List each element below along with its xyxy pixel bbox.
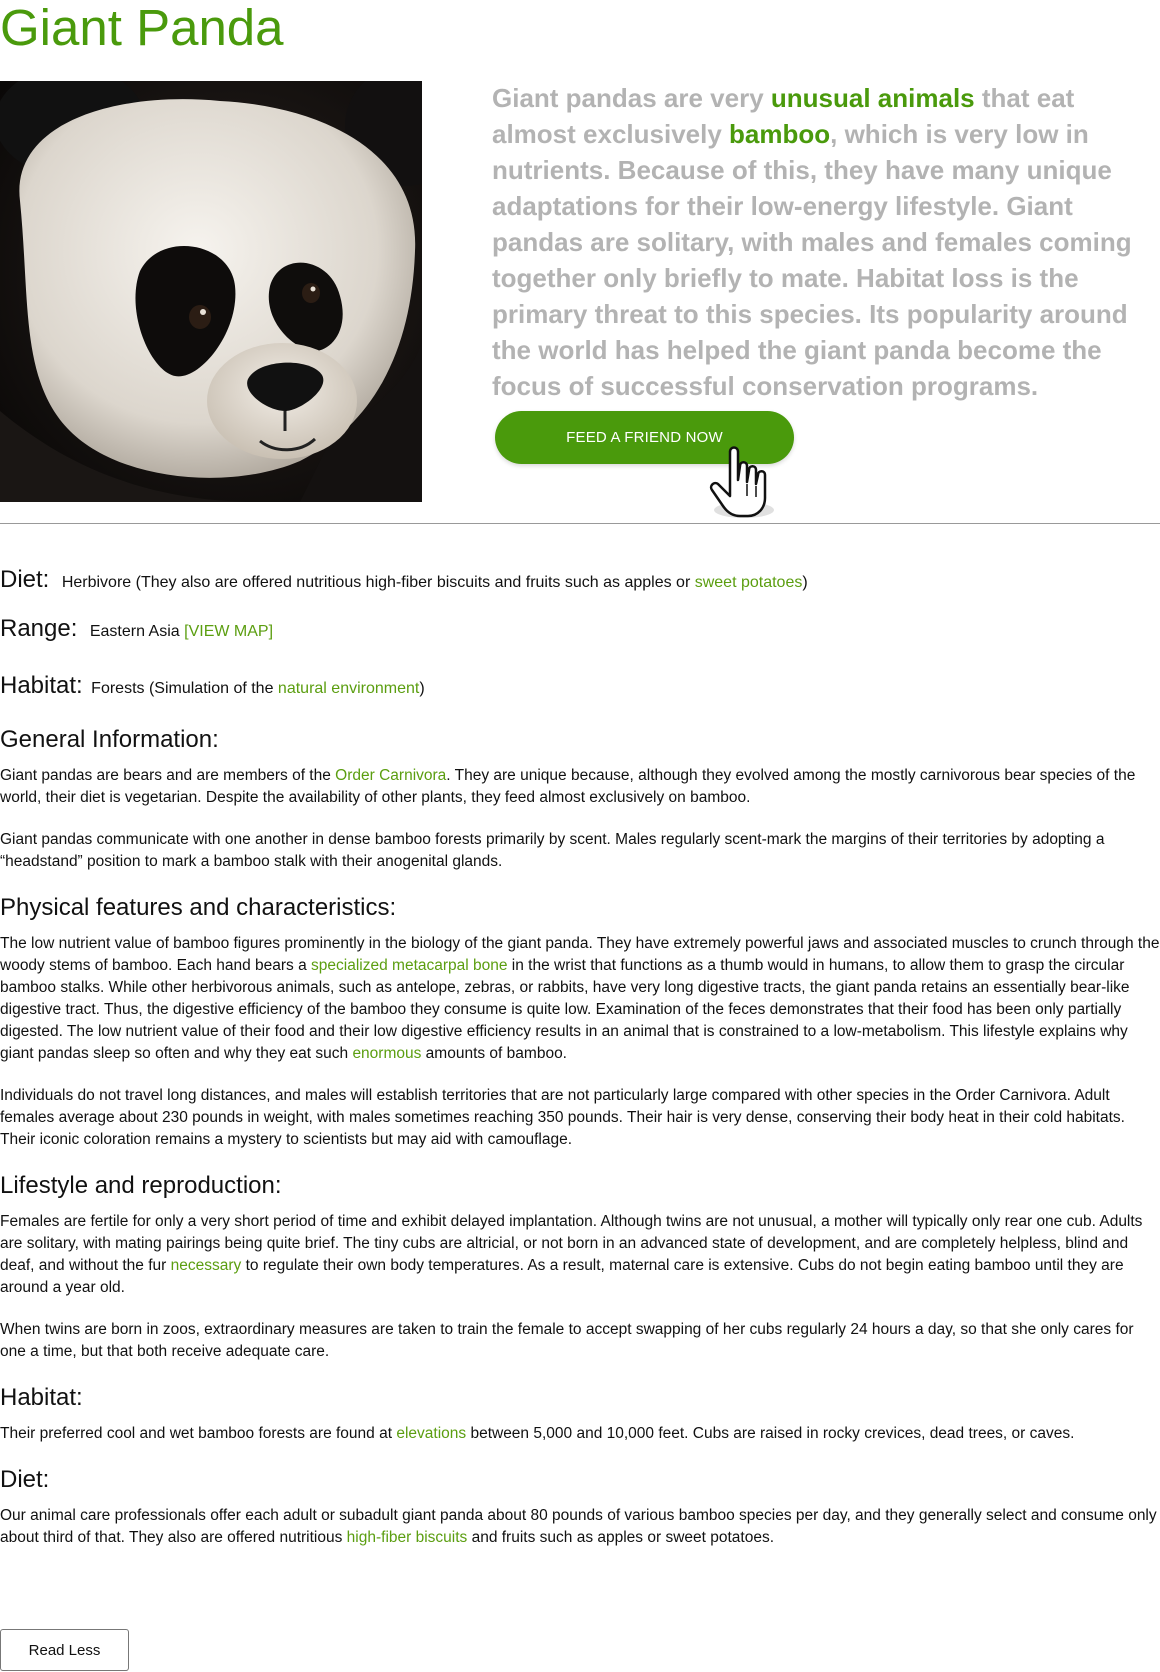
intro-paragraph: Giant pandas are very unusual animals th… xyxy=(492,83,1132,401)
article-link[interactable]: high-fiber biscuits xyxy=(347,1529,468,1546)
section-paragraph: Our animal care professionals offer each… xyxy=(0,1507,1157,1546)
section-paragraph: Giant pandas are bears and are members o… xyxy=(0,767,1136,806)
fact-range-value: Eastern Asia [VIEW MAP] xyxy=(89,623,274,640)
section-heading: General Information: xyxy=(0,726,219,753)
fact-diet-label: Diet: xyxy=(0,566,50,593)
section-divider xyxy=(0,523,1160,524)
page-title: Giant Panda xyxy=(0,0,284,56)
article-link[interactable]: elevations xyxy=(396,1425,466,1442)
fact-habitat-value-link[interactable]: natural environment xyxy=(278,680,419,697)
intro-paragraph-link[interactable]: bamboo xyxy=(729,119,830,149)
article-link[interactable]: Order Carnivora xyxy=(335,767,446,784)
section-heading: Physical features and characteristics: xyxy=(0,894,397,921)
read-less-button[interactable]: Read Less xyxy=(0,1629,129,1671)
section-heading: Lifestyle and reproduction: xyxy=(0,1172,282,1199)
article-link[interactable]: enormous xyxy=(352,1045,421,1062)
article-body: General Information: Giant pandas are bea… xyxy=(0,725,1160,1569)
intro-paragraph-link[interactable]: unusual animals xyxy=(771,83,975,113)
fact-habitat-value: Forests (Simulation of the natural envir… xyxy=(91,680,425,697)
article-section: Diet: Our animal care professionals offer… xyxy=(0,1465,1160,1549)
fact-diet: Diet: Herbivore (They also are offered n… xyxy=(0,566,808,594)
article-section: General Information: Giant pandas are bea… xyxy=(0,725,1160,873)
section-heading: Diet: xyxy=(0,1466,50,1493)
section-paragraph: When twins are born in zoos, extraordina… xyxy=(0,1321,1134,1360)
section-paragraph: Individuals do not travel long distances… xyxy=(0,1087,1125,1148)
section-heading: Habitat: xyxy=(0,1384,83,1411)
fact-habitat: Habitat: Forests (Simulation of the natu… xyxy=(0,672,425,700)
fact-habitat-label: Habitat: xyxy=(0,672,83,699)
section-paragraph: Females are fertile for only a very shor… xyxy=(0,1213,1143,1296)
section-paragraph: Their preferred cool and wet bamboo fore… xyxy=(0,1425,1075,1442)
panda-photo xyxy=(0,81,422,502)
section-paragraph: Giant pandas communicate with one anothe… xyxy=(0,831,1105,870)
fact-range: Range: Eastern Asia [VIEW MAP] xyxy=(0,615,273,643)
article-section: Physical features and characteristics: Th… xyxy=(0,893,1160,1151)
fact-diet-value-link[interactable]: sweet potatoes xyxy=(695,574,803,591)
fact-range-value-link[interactable]: [VIEW MAP] xyxy=(184,623,273,640)
article-link[interactable]: necessary xyxy=(171,1257,242,1274)
article-section: Habitat: Their preferred cool and wet bam… xyxy=(0,1383,1160,1445)
article-section: Lifestyle and reproduction: Females are f… xyxy=(0,1171,1160,1363)
fact-range-label: Range: xyxy=(0,615,78,642)
section-paragraph: The low nutrient value of bamboo figures… xyxy=(0,935,1160,1062)
fact-diet-value: Herbivore (They also are offered nutriti… xyxy=(61,574,808,591)
article-link[interactable]: specialized metacarpal bone xyxy=(311,957,507,974)
pointer-hand-icon xyxy=(700,440,790,540)
